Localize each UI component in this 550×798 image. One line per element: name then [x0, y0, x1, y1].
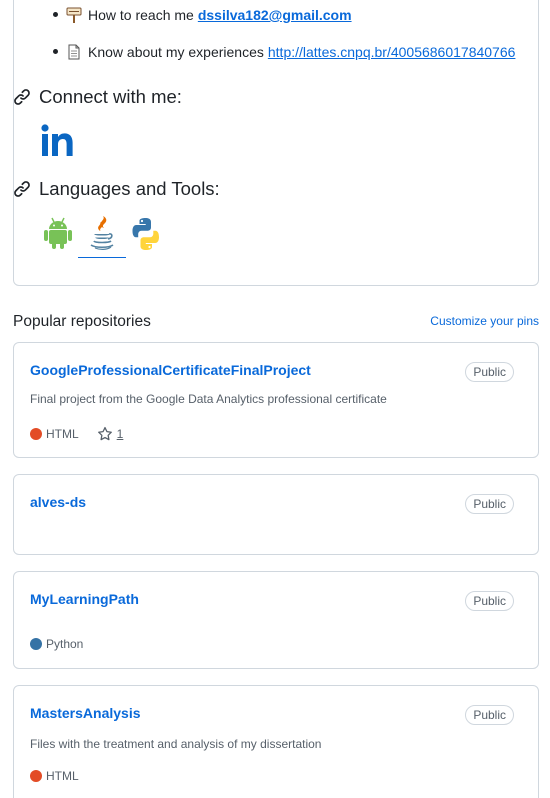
repo-language: HTML	[46, 427, 79, 441]
experience-bullet: Know about my experiences http://lattes.…	[52, 42, 516, 62]
contact-text: How to reach me	[88, 7, 194, 23]
experience-text: Know about my experiences	[88, 44, 264, 60]
contact-bullet: How to reach me dssilva182@gmail.com	[53, 5, 352, 25]
repo-language: HTML	[46, 769, 79, 783]
repo-card: alves-ds Public	[13, 474, 539, 555]
java-icon[interactable]	[86, 214, 118, 254]
star-icon	[97, 426, 112, 441]
anchor-link-icon[interactable]	[13, 180, 31, 198]
star-count: 1	[116, 427, 124, 441]
repo-name-link[interactable]: GoogleProfessionalCertificateFinalProjec…	[30, 362, 311, 378]
android-icon[interactable]	[43, 214, 73, 254]
repo-name-link[interactable]: alves-ds	[30, 494, 86, 510]
language-color-dot	[30, 638, 42, 650]
language-color-dot	[30, 428, 42, 440]
repo-description: Files with the treatment and analysis of…	[30, 737, 322, 751]
page-emoji-icon	[66, 44, 82, 60]
python-icon[interactable]	[129, 214, 163, 254]
connect-heading-text: Connect with me:	[39, 86, 182, 107]
lattes-link[interactable]: http://lattes.cnpq.br/4005686017840766	[268, 44, 516, 60]
repo-meta: HTML	[30, 769, 79, 783]
email-link[interactable]: dssilva182@gmail.com	[198, 7, 352, 23]
linkedin-icon[interactable]	[41, 124, 75, 156]
signpost-emoji-icon	[66, 7, 82, 23]
visibility-badge: Public	[465, 591, 514, 611]
visibility-badge: Public	[465, 705, 514, 725]
repo-name-link[interactable]: MastersAnalysis	[30, 705, 141, 721]
visibility-badge: Public	[465, 494, 514, 514]
visibility-badge: Public	[465, 362, 514, 382]
language-color-dot	[30, 770, 42, 782]
repo-description: Final project from the Google Data Analy…	[30, 392, 387, 406]
stargazers-link[interactable]: 1	[97, 426, 124, 442]
repo-card: MastersAnalysis Public Files with the tr…	[13, 685, 539, 798]
languages-heading: Languages and Tools:	[13, 178, 220, 200]
repo-card: GoogleProfessionalCertificateFinalProjec…	[13, 342, 539, 458]
repo-meta: HTML 1	[30, 426, 123, 442]
popular-repositories-title: Popular repositories	[13, 313, 151, 330]
repo-name-link[interactable]: MyLearningPath	[30, 591, 139, 607]
repo-card: MyLearningPath Public Python	[13, 571, 539, 669]
repo-meta: Python	[30, 637, 83, 651]
repo-language: Python	[46, 637, 84, 651]
connect-heading: Connect with me:	[13, 86, 182, 108]
tool-link-underline	[78, 257, 126, 258]
languages-heading-text: Languages and Tools:	[39, 178, 220, 199]
anchor-link-icon[interactable]	[13, 88, 31, 106]
customize-pins-link[interactable]: Customize your pins	[430, 314, 539, 328]
